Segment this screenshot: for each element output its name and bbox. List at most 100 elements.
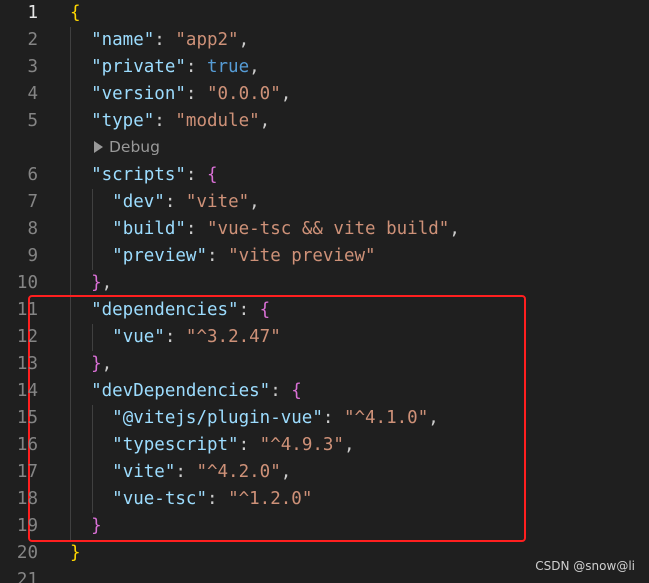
code-text: }, <box>70 351 112 378</box>
code-text: "dependencies": { <box>70 297 270 324</box>
json-key: "name" <box>91 30 155 50</box>
code-line[interactable]: 2 "name": "app2", <box>0 27 649 54</box>
code-line[interactable]: 1{ <box>0 0 649 27</box>
json-key: "private" <box>91 57 186 77</box>
json-punctuation: , <box>249 192 260 212</box>
json-punctuation <box>70 192 112 212</box>
json-punctuation: , <box>449 219 460 239</box>
json-punctuation: : <box>185 57 207 77</box>
code-line[interactable]: 14 "devDependencies": { <box>0 378 649 405</box>
code-line[interactable]: 16 "typescript": "^4.9.3", <box>0 432 649 459</box>
code-line[interactable]: 20} <box>0 540 649 567</box>
code-text: "vite": "^4.2.0", <box>70 459 291 486</box>
json-punctuation <box>70 84 91 104</box>
code-text: "devDependencies": { <box>70 378 302 405</box>
json-punctuation <box>70 462 112 482</box>
json-punctuation: , <box>101 273 113 293</box>
code-line[interactable]: 17 "vite": "^4.2.0", <box>0 459 649 486</box>
json-punctuation <box>70 300 91 320</box>
line-number: 1 <box>27 3 38 23</box>
code-line[interactable]: 4 "version": "0.0.0", <box>0 81 649 108</box>
json-punctuation <box>70 273 91 293</box>
json-punctuation <box>70 381 91 401</box>
json-keyword: true <box>206 57 250 77</box>
line-number: 3 <box>27 57 38 77</box>
json-punctuation: , <box>101 354 113 374</box>
json-key: "vue" <box>112 327 165 347</box>
json-bracket: } <box>91 354 102 374</box>
line-number: 19 <box>16 516 38 536</box>
code-line[interactable]: 21 <box>0 567 649 583</box>
code-line[interactable]: 3 "private": true, <box>0 54 649 81</box>
json-bracket: { <box>70 3 81 23</box>
json-string: "vue-tsc && vite build" <box>207 219 450 239</box>
json-string: "^4.1.0" <box>343 408 429 428</box>
json-punctuation: : <box>270 381 292 401</box>
json-punctuation: : <box>185 84 207 104</box>
json-key: "dependencies" <box>91 300 239 320</box>
codelens-debug-label: Debug <box>109 138 160 156</box>
codelens-debug[interactable]: Debug <box>94 136 160 158</box>
code-line[interactable]: 11 "dependencies": { <box>0 297 649 324</box>
json-key: "build" <box>112 219 186 239</box>
json-string: "0.0.0" <box>206 84 281 104</box>
json-punctuation: , <box>280 84 292 104</box>
code-text: "private": true, <box>70 54 260 81</box>
line-number: 6 <box>27 165 38 185</box>
json-punctuation: , <box>343 435 355 455</box>
code-editor[interactable]: Debug CSDN @snow@li 1{2 "name": "app2", 3… <box>0 0 649 583</box>
line-number: 7 <box>27 192 38 212</box>
json-bracket: } <box>70 543 81 563</box>
code-text: { <box>70 0 81 27</box>
json-punctuation: : <box>206 246 229 266</box>
line-number: 8 <box>27 219 38 239</box>
line-number: 16 <box>16 435 38 455</box>
json-key: "version" <box>91 84 186 104</box>
code-text: "preview": "vite preview" <box>70 243 376 270</box>
json-punctuation <box>70 219 112 239</box>
code-line[interactable]: 13 }, <box>0 351 649 378</box>
json-key: "vue-tsc" <box>112 489 207 509</box>
json-string: "vite preview" <box>228 246 376 266</box>
json-string: "^1.2.0" <box>228 489 313 509</box>
line-number: 11 <box>16 300 38 320</box>
code-line[interactable]: 7 "dev": "vite", <box>0 189 649 216</box>
json-string: "app2" <box>175 30 239 50</box>
json-punctuation: : <box>238 300 260 320</box>
line-number: 14 <box>16 381 38 401</box>
json-punctuation: , <box>280 462 292 482</box>
json-punctuation <box>70 327 112 347</box>
json-bracket: } <box>91 273 102 293</box>
code-line[interactable]: 5 "type": "module", <box>0 108 649 135</box>
line-number: 13 <box>16 354 38 374</box>
code-line[interactable]: 9 "preview": "vite preview" <box>0 243 649 270</box>
code-line[interactable]: 15 "@vitejs/plugin-vue": "^4.1.0", <box>0 405 649 432</box>
code-line[interactable]: 18 "vue-tsc": "^1.2.0" <box>0 486 649 513</box>
json-key: "preview" <box>112 246 207 266</box>
code-text: } <box>70 513 102 540</box>
code-line[interactable]: 8 "build": "vue-tsc && vite build", <box>0 216 649 243</box>
json-punctuation: : <box>185 165 207 185</box>
json-punctuation <box>70 435 112 455</box>
code-line[interactable]: 19 } <box>0 513 649 540</box>
json-punctuation: : <box>322 408 344 428</box>
json-punctuation <box>70 246 112 266</box>
code-text: "@vitejs/plugin-vue": "^4.1.0", <box>70 405 439 432</box>
line-number: 21 <box>16 570 38 583</box>
json-punctuation <box>70 354 91 374</box>
code-text: "typescript": "^4.9.3", <box>70 432 355 459</box>
code-line[interactable]: 6 "scripts": { <box>0 162 649 189</box>
code-text: "dev": "vite", <box>70 189 260 216</box>
code-text: "type": "module", <box>70 108 270 135</box>
json-string: "vite" <box>185 192 250 212</box>
json-punctuation: : <box>206 489 229 509</box>
code-text: "scripts": { <box>70 162 217 189</box>
json-punctuation: , <box>238 30 250 50</box>
json-key: "dev" <box>112 192 165 212</box>
json-key: "type" <box>91 111 155 131</box>
json-string: "^3.2.47" <box>185 327 281 347</box>
json-string: "module" <box>175 111 260 131</box>
json-key: "@vitejs/plugin-vue" <box>112 408 323 428</box>
code-line[interactable]: 12 "vue": "^3.2.47" <box>0 324 649 351</box>
code-line[interactable]: 10 }, <box>0 270 649 297</box>
